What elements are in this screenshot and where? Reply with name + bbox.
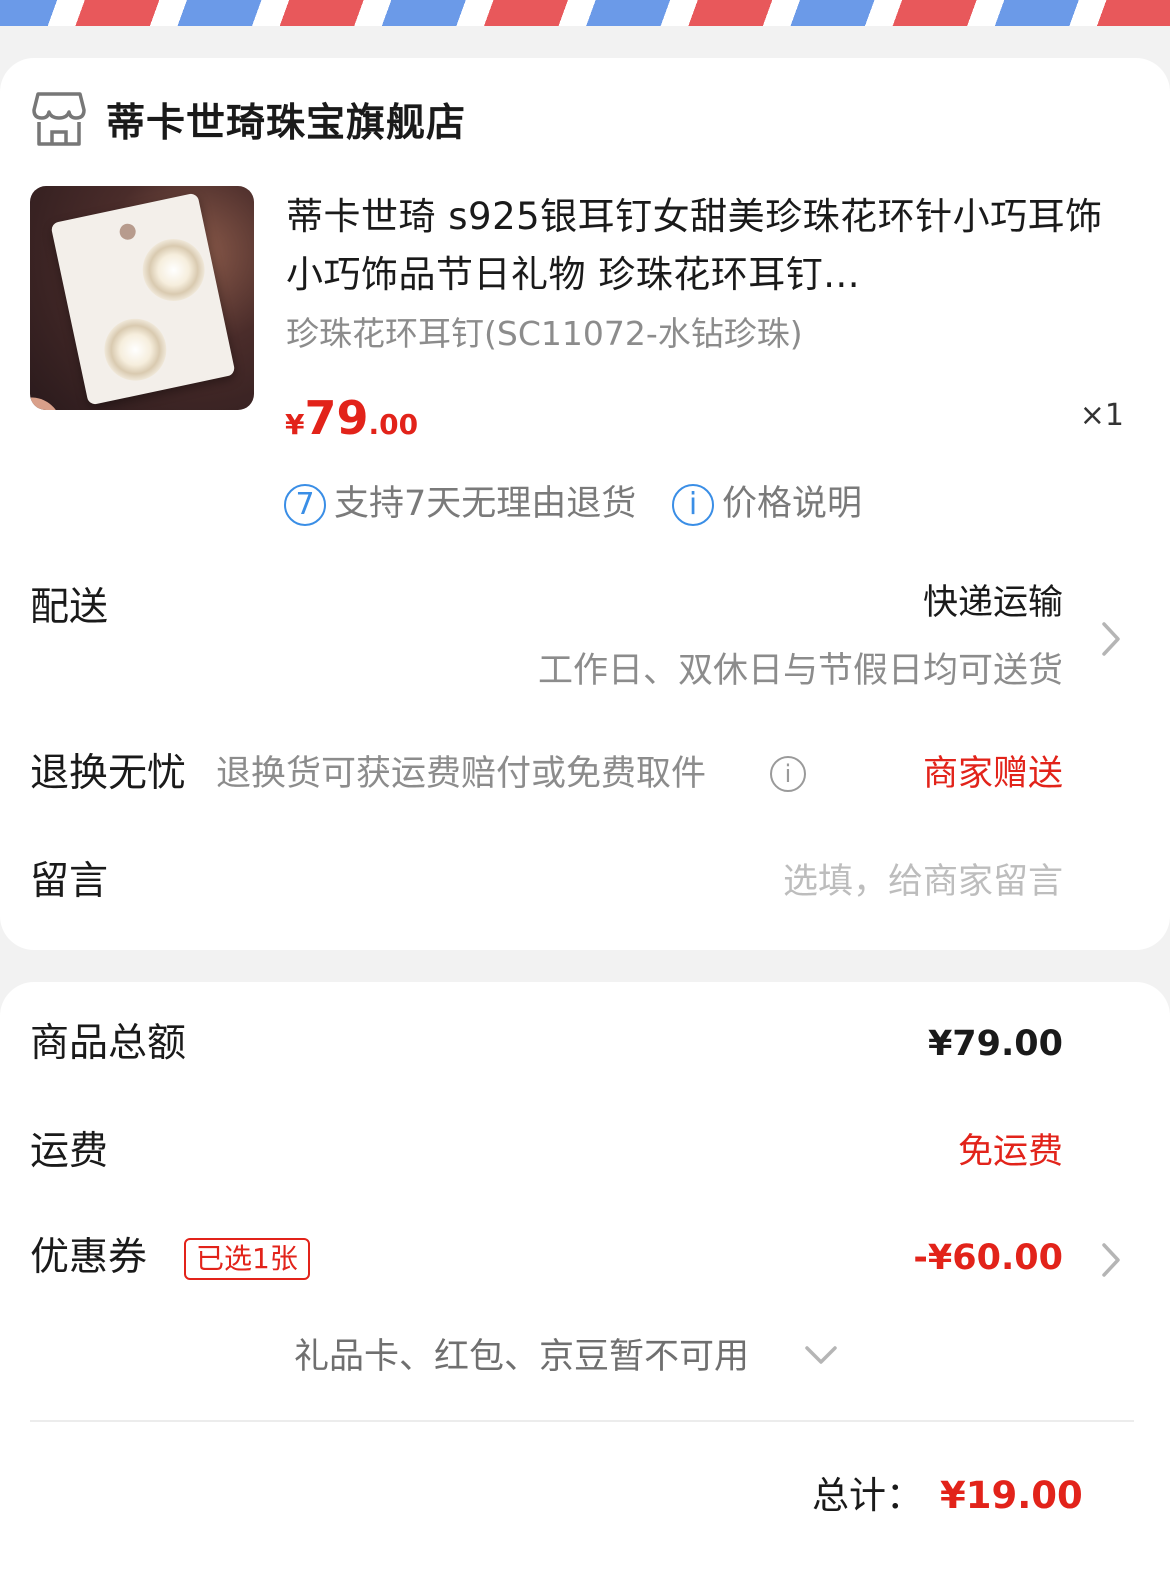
shop-name[interactable]: 蒂卡世琦珠宝旗舰店 — [106, 96, 466, 152]
delivery-chevron-right-icon[interactable] — [1100, 620, 1122, 658]
store-icon — [32, 90, 86, 148]
total-label: 总计： — [812, 1474, 923, 1517]
product-quantity: ×1 — [1079, 398, 1124, 433]
unavailable-assets-note[interactable]: 礼品卡、红包、京豆暂不可用 — [294, 1332, 749, 1382]
shipping-label: 运费 — [30, 1129, 109, 1174]
product-title[interactable]: 蒂卡世琦 s925银耳钉女甜美珍珠花环针小巧耳饰小巧饰品节日礼物 珍珠花环耳钉.… — [286, 188, 1126, 304]
goods-total-label: 商品总额 — [30, 1021, 187, 1066]
product-thumbnail[interactable] — [30, 186, 254, 410]
return-insurance-label: 退换无忧 — [30, 751, 187, 796]
return-insurance-value: 商家赠送 — [922, 754, 1063, 794]
coupon-label: 优惠券 — [30, 1235, 148, 1280]
return-insurance-info-icon[interactable]: i — [770, 756, 806, 792]
info-icon: i — [672, 484, 714, 526]
chevron-down-icon[interactable] — [804, 1344, 838, 1368]
product-sku: 珍珠花环耳钉(SC11072-水钻珍珠) — [286, 314, 803, 353]
total-value: ¥19.00 — [940, 1474, 1083, 1517]
product-price: ¥79.00 — [285, 391, 419, 445]
coupon-value[interactable]: -¥60.00 — [913, 1233, 1063, 1283]
goods-total-value: ¥79.00 — [927, 1024, 1063, 1064]
message-label: 留言 — [30, 859, 109, 904]
seven-day-return-icon: 7 — [284, 484, 326, 526]
coupon-selected-badge: 已选1张 — [184, 1238, 310, 1280]
delivery-note: 工作日、双休日与节假日均可送货 — [537, 651, 1063, 691]
delivery-method[interactable]: 快递运输 — [923, 578, 1063, 628]
price-explanation-link[interactable]: i 价格说明 — [672, 478, 862, 530]
message-input[interactable]: 选填，给商家留言 — [783, 857, 1063, 907]
return-policy-badge[interactable]: 7 支持7天无理由退货 — [284, 478, 636, 530]
coupon-chevron-right-icon[interactable] — [1100, 1241, 1122, 1279]
divider — [30, 1420, 1134, 1422]
return-insurance-desc: 退换货可获运费赔付或免费取件 — [216, 754, 707, 794]
shipping-value: 免运费 — [957, 1132, 1063, 1172]
delivery-label: 配送 — [30, 585, 109, 630]
